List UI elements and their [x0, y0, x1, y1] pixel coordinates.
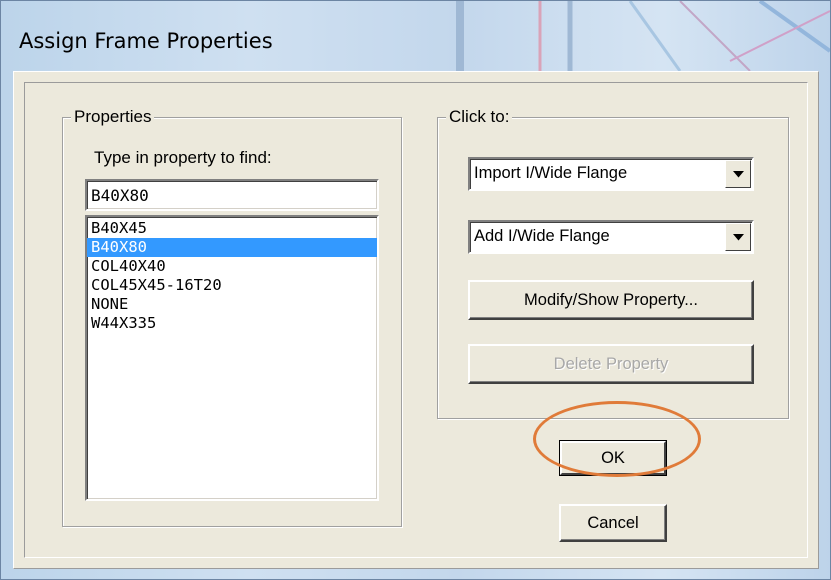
- ok-button-label: OK: [601, 448, 625, 467]
- property-list-item[interactable]: COL45X45-16T20: [87, 276, 377, 295]
- property-list-item[interactable]: B40X45: [87, 219, 377, 238]
- property-list-item[interactable]: NONE: [87, 295, 377, 314]
- click-to-group-legend: Click to:: [446, 106, 513, 128]
- find-property-label: Type in property to find:: [94, 148, 272, 167]
- property-list-item[interactable]: B40X80: [87, 238, 377, 257]
- titlebar-background-graphic: [456, 1, 830, 71]
- chevron-down-icon[interactable]: [725, 223, 751, 251]
- dialog-client-area: Properties Type in property to find: B40…: [13, 71, 819, 569]
- find-property-input[interactable]: [87, 181, 377, 209]
- property-list-item[interactable]: COL40X40: [87, 257, 377, 276]
- ok-button[interactable]: OK: [559, 440, 667, 476]
- delete-property-button[interactable]: Delete Property: [468, 344, 754, 384]
- find-property-field[interactable]: [85, 179, 379, 211]
- modify-show-property-label: Modify/Show Property...: [524, 290, 698, 309]
- dialog-window: Assign Frame Properties Properties Type …: [0, 0, 831, 580]
- add-section-select[interactable]: Add I/Wide Flange: [468, 220, 754, 254]
- modify-show-property-button[interactable]: Modify/Show Property...: [468, 280, 754, 320]
- property-list: B40X45 B40X80 COL40X40 COL45X45-16T20 NONE W4…: [87, 217, 377, 333]
- chevron-down-icon[interactable]: [725, 160, 751, 188]
- cancel-button[interactable]: Cancel: [559, 504, 667, 542]
- delete-property-label: Delete Property: [553, 354, 669, 373]
- dialog-title: Assign Frame Properties: [19, 29, 273, 53]
- import-section-select-value: Import I/Wide Flange: [474, 164, 628, 182]
- property-listbox[interactable]: B40X45 B40X80 COL40X40 COL45X45-16T20 NONE W4…: [85, 215, 379, 501]
- add-section-select-value: Add I/Wide Flange: [474, 227, 610, 245]
- cancel-button-label: Cancel: [587, 513, 639, 532]
- property-list-item[interactable]: W44X335: [87, 314, 377, 333]
- properties-group-legend: Properties: [71, 106, 155, 128]
- import-section-select[interactable]: Import I/Wide Flange: [468, 157, 754, 191]
